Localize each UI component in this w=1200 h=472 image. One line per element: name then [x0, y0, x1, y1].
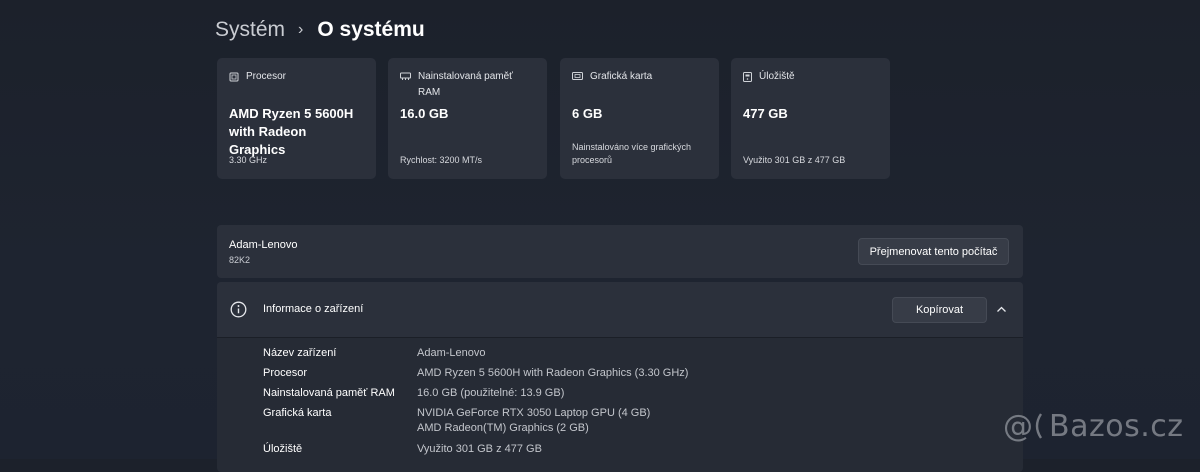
rename-pc-button[interactable]: Přejmenovat tento počítač: [858, 238, 1009, 265]
card-label: Procesor: [246, 71, 287, 82]
spec-value-device-name: Adam-Lenovo: [417, 347, 486, 359]
card-label: Grafická karta: [590, 71, 653, 82]
spec-label-device-name: Název zařízení: [263, 347, 337, 359]
device-info-title: Informace o zařízení: [263, 303, 364, 315]
card-header: Procesor: [229, 69, 368, 85]
card-header: Grafická karta: [572, 69, 711, 85]
breadcrumb-parent-link[interactable]: Systém: [215, 18, 285, 42]
card-subtext: Rychlost: 3200 MT/s: [400, 155, 483, 165]
card-ram: Nainstalovaná paměť RAM 16.0 GB Rychlost…: [388, 58, 547, 179]
device-model: 82K2: [229, 255, 251, 265]
storage-icon: [743, 72, 752, 82]
watermark-text: Bazos.cz: [1049, 408, 1184, 444]
page-title: O systému: [317, 18, 425, 41]
spec-label-gpu: Grafická karta: [263, 407, 332, 419]
device-info-panel: Informace o zařízení Kopírovat Název zař…: [217, 282, 1023, 472]
card-label: Nainstalovaná paměť RAM: [418, 71, 513, 98]
at-sign-logo-icon: @: [1003, 409, 1043, 444]
spec-value-storage: Využito 301 GB z 477 GB: [417, 443, 542, 455]
info-icon: [230, 301, 247, 318]
card-processor: Procesor AMD Ryzen 5 5600H with Radeon G…: [217, 58, 376, 179]
card-value: 477 GB: [743, 106, 788, 121]
card-value: 6 GB: [572, 106, 603, 121]
card-gpu: Grafická karta 6 GB Nainstalováno více g…: [560, 58, 719, 179]
spec-value-gpu-secondary: AMD Radeon(TM) Graphics (2 GB): [417, 422, 589, 434]
copy-button[interactable]: Kopírovat: [892, 297, 987, 323]
device-name-bar: Adam-Lenovo 82K2 Přejmenovat tento počít…: [217, 225, 1023, 278]
spec-label-processor: Procesor: [263, 367, 308, 379]
gpu-icon: [572, 72, 583, 80]
card-subtext: Využito 301 GB z 477 GB: [743, 155, 846, 165]
bazos-watermark: @ Bazos.cz: [1003, 408, 1184, 445]
chevron-up-icon[interactable]: [996, 304, 1007, 315]
breadcrumb: Systém › O systému: [215, 14, 425, 46]
breadcrumb-chevron-icon: ›: [298, 21, 304, 38]
card-header: Nainstalovaná paměť RAM: [400, 69, 520, 101]
device-name: Adam-Lenovo: [229, 239, 298, 251]
svg-text:@: @: [1003, 409, 1034, 444]
spec-label-ram: Nainstalovaná paměť RAM: [263, 387, 395, 399]
spec-value-gpu: NVIDIA GeForce RTX 3050 Laptop GPU (4 GB…: [417, 407, 651, 419]
card-storage: Úložiště 477 GB Využito 301 GB z 477 GB: [731, 58, 890, 179]
card-subtext: Nainstalováno více grafických procesorů: [572, 142, 692, 165]
card-subtext: 3.30 GHz: [229, 155, 268, 165]
ram-icon: [400, 72, 411, 80]
card-value: 16.0 GB: [400, 106, 449, 121]
spec-value-processor: AMD Ryzen 5 5600H with Radeon Graphics (…: [417, 367, 689, 379]
card-header: Úložiště: [743, 69, 882, 85]
spec-label-storage: Úložiště: [263, 443, 303, 455]
device-info-header[interactable]: Informace o zařízení Kopírovat: [217, 282, 1023, 338]
card-label: Úložiště: [759, 71, 795, 82]
processor-icon: [229, 72, 239, 82]
card-value: AMD Ryzen 5 5600H with Radeon Graphics: [229, 106, 354, 157]
spec-value-ram: 16.0 GB (použitelné: 13.9 GB): [417, 387, 565, 399]
